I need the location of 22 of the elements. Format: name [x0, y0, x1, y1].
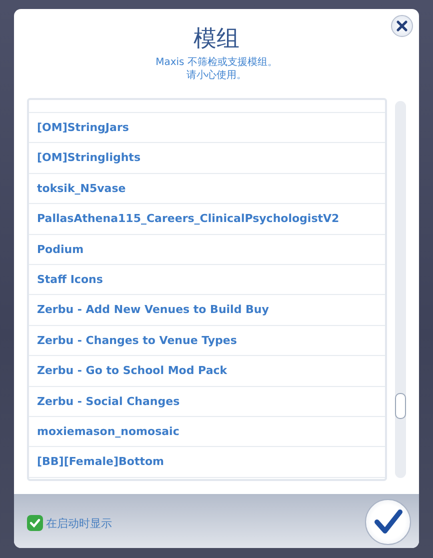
mod-list-item[interactable]: PallasAthena115_Careers_ClinicalPsychologistV2 — [29, 204, 385, 235]
scroll-thumb[interactable] — [395, 393, 406, 419]
mod-list-item[interactable]: toksik_N5vase — [29, 174, 385, 204]
mod-list-item[interactable]: [BB][Female]Bottom — [29, 447, 385, 478]
scrollbar[interactable] — [395, 101, 406, 478]
close-icon — [395, 19, 409, 33]
dialog-title: 模组 — [194, 25, 240, 54]
confirm-button[interactable] — [365, 499, 411, 545]
mod-list-item[interactable]: [OM]Stringlights — [29, 143, 385, 174]
mod-list-item[interactable]: Zerbu - Add New Venues to Build Buy — [29, 295, 385, 326]
mod-list-item[interactable]: moxiemason_nomosaic — [29, 416, 385, 448]
subtitle-text: Maxis 不筛检或支援模组。 — [156, 56, 278, 69]
mod-list-item[interactable]: [OM]StringJars — [29, 113, 385, 144]
checkbox[interactable] — [27, 515, 43, 531]
subtitle-text: 请小心使用。 — [186, 69, 246, 82]
mod-list-item[interactable]: Staff Icons — [29, 264, 385, 296]
show-on-startup-checkbox[interactable]: 在启动时显示 — [27, 515, 112, 531]
close-button[interactable] — [391, 15, 413, 37]
mod-list-item[interactable]: Zerbu - Changes to Venue Types — [29, 326, 385, 356]
mod-list-item[interactable]: Zerbu - Go to School Mod Pack — [29, 356, 385, 387]
mod-list-item[interactable]: Zerbu - Social Changes — [29, 386, 385, 417]
mod-list-item[interactable]: Podium — [29, 234, 385, 265]
